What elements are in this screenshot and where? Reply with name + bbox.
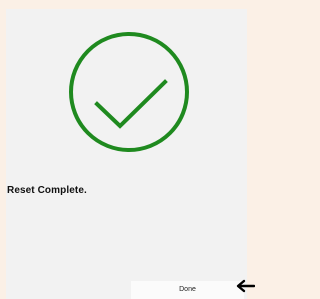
reset-complete-message: Reset Complete. [7,185,87,196]
arrow-left-pointer-icon [236,279,255,293]
window-frame: Reset Complete. Done [0,0,255,299]
reset-dialog-panel: Reset Complete. Done [6,9,247,299]
done-button[interactable]: Done [131,281,244,299]
checkmark-circle-icon [53,16,205,168]
